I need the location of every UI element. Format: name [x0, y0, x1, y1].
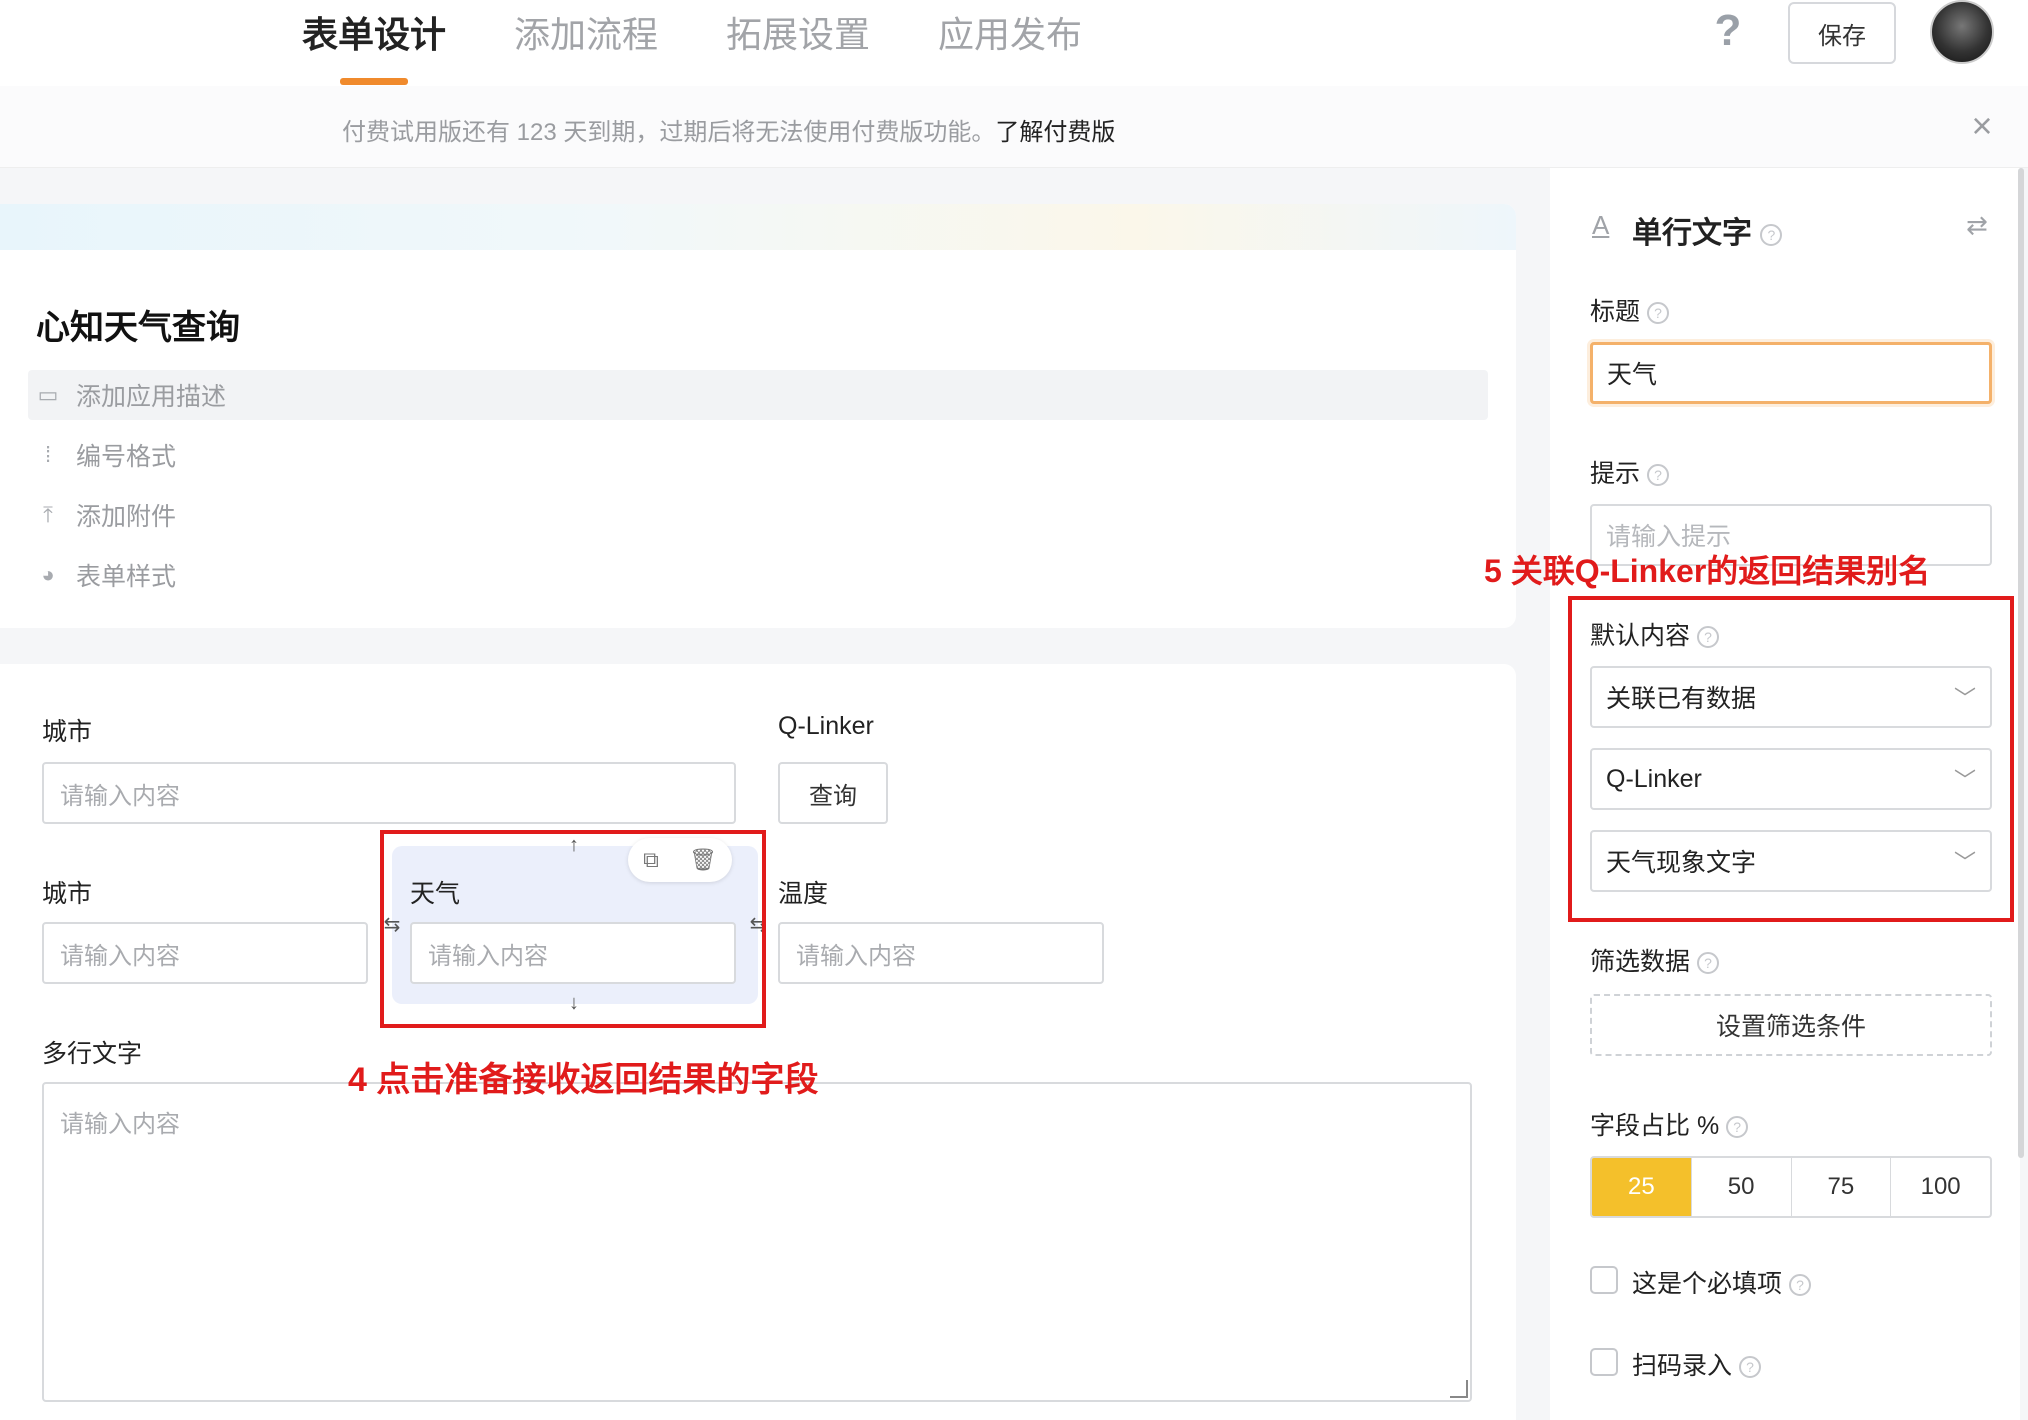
- app-info-card-header: [0, 204, 1516, 250]
- scan-input-label-text: 扫码录入: [1632, 1352, 1733, 1380]
- panel-scrollbar[interactable]: [2018, 168, 2024, 1158]
- menu-item-label: 编号格式: [76, 443, 177, 471]
- scan-input-checkbox[interactable]: [1590, 1348, 1618, 1376]
- upload-icon: ⤒: [43, 502, 53, 527]
- field-ratio-label: 字段占比 % ?: [1590, 1106, 1749, 1142]
- annotation-step-4: 4 点击准备接收返回结果的字段: [348, 1061, 819, 1099]
- upgrade-link[interactable]: 了解付费版: [995, 119, 1115, 146]
- avatar[interactable]: [1930, 0, 1994, 64]
- app-title[interactable]: 心知天气查询: [36, 300, 240, 349]
- active-tab-indicator: [340, 78, 408, 85]
- query-button[interactable]: 查询: [778, 762, 888, 824]
- title-input[interactable]: 天气: [1590, 342, 1992, 404]
- ratio-option-100[interactable]: 100: [1890, 1158, 1990, 1216]
- tab-add-flow[interactable]: 添加流程: [514, 6, 658, 58]
- desc-row-highlight: [28, 370, 1488, 420]
- help-circle-icon[interactable]: ?: [1760, 224, 1783, 247]
- annotation-box-4: [380, 830, 766, 1028]
- set-filter-button[interactable]: 设置筛选条件: [1590, 994, 1992, 1056]
- filter-data-label-text: 筛选数据: [1590, 948, 1691, 976]
- resize-handle-icon[interactable]: [1450, 1380, 1468, 1398]
- required-label: 这是个必填项 ?: [1632, 1264, 1811, 1300]
- temperature-label: 温度: [778, 880, 829, 908]
- required-label-text: 这是个必填项: [1632, 1270, 1783, 1298]
- city-label-2: 城市: [42, 880, 93, 908]
- help-circle-icon[interactable]: ?: [1738, 1356, 1761, 1379]
- help-circle-icon[interactable]: ?: [1646, 464, 1669, 487]
- tab-extend-settings[interactable]: 拓展设置: [726, 6, 870, 58]
- filter-data-label: 筛选数据 ?: [1590, 942, 1719, 978]
- ratio-option-50[interactable]: 50: [1690, 1158, 1791, 1216]
- panel-title: 单行文字 ?: [1632, 208, 1783, 252]
- help-circle-icon[interactable]: ?: [1696, 952, 1719, 975]
- form-style-item[interactable]: ◕ 表单样式: [34, 555, 176, 595]
- title-label-text: 标题: [1590, 298, 1641, 326]
- trial-banner-message: 付费试用版还有 123 天到期，过期后将无法使用付费版功能。: [342, 119, 996, 146]
- help-icon[interactable]: ?: [1708, 6, 1748, 56]
- multiline-textarea[interactable]: 请输入内容: [42, 1082, 1472, 1402]
- tip-label: 提示 ?: [1590, 454, 1669, 490]
- temperature-input[interactable]: 请输入内容: [778, 922, 1104, 984]
- tip-label-text: 提示: [1590, 460, 1641, 488]
- save-button[interactable]: 保存: [1788, 2, 1896, 64]
- menu-item-label: 添加应用描述: [76, 383, 227, 411]
- add-description-item[interactable]: ▭ 添加应用描述: [34, 375, 226, 415]
- panel-title-text: 单行文字: [1632, 217, 1752, 250]
- palette-icon: ◕: [41, 562, 55, 587]
- field-ratio-group: 25 50 75 100: [1590, 1156, 1992, 1218]
- close-icon[interactable]: ×: [1964, 108, 2000, 144]
- text-field-icon: A: [1592, 210, 1610, 240]
- menu-item-label: 表单样式: [76, 563, 177, 591]
- scan-input-label: 扫码录入 ?: [1632, 1346, 1761, 1382]
- required-checkbox[interactable]: [1590, 1266, 1618, 1294]
- tab-app-publish[interactable]: 应用发布: [938, 6, 1082, 58]
- title-label: 标题 ?: [1590, 292, 1669, 328]
- city-label: 城市: [42, 718, 93, 746]
- multiline-label: 多行文字: [42, 1040, 143, 1068]
- annotation-box-5: [1568, 596, 2014, 922]
- numbering-icon: ⁞: [44, 442, 52, 467]
- add-attachment-item[interactable]: ⤒ 添加附件: [34, 495, 176, 535]
- city-input[interactable]: 请输入内容: [42, 762, 736, 824]
- field-ratio-label-text: 字段占比 %: [1590, 1112, 1720, 1140]
- numbering-format-item[interactable]: ⁞ 编号格式: [34, 435, 176, 475]
- switch-type-icon[interactable]: ⇄: [1966, 210, 1988, 241]
- tab-form-design[interactable]: 表单设计: [302, 6, 446, 58]
- qlinker-label: Q-Linker: [778, 712, 874, 740]
- trial-banner-text: 付费试用版还有 123 天到期，过期后将无法使用付费版功能。了解付费版: [342, 112, 1115, 147]
- annotation-step-5: 5 关联Q-Linker的返回结果别名: [1484, 553, 1931, 589]
- ratio-option-25[interactable]: 25: [1592, 1158, 1691, 1216]
- comment-icon: ▭: [37, 382, 59, 407]
- help-circle-icon[interactable]: ?: [1726, 1116, 1749, 1139]
- menu-item-label: 添加附件: [76, 503, 177, 531]
- help-circle-icon[interactable]: ?: [1646, 302, 1669, 325]
- ratio-option-75[interactable]: 75: [1790, 1158, 1891, 1216]
- help-circle-icon[interactable]: ?: [1788, 1274, 1811, 1297]
- city-input-2[interactable]: 请输入内容: [42, 922, 368, 984]
